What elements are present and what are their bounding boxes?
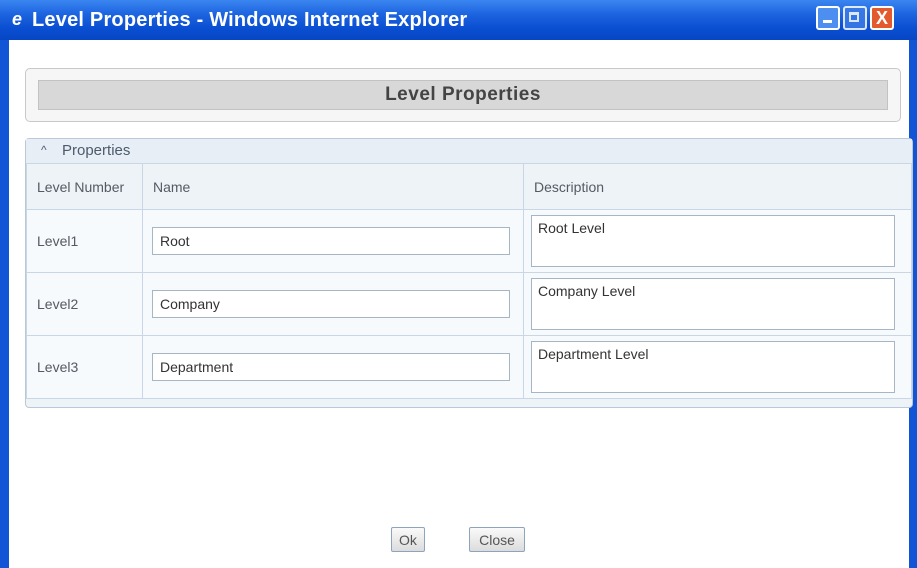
- table-row: Level2 Company Level: [26, 272, 912, 336]
- collapse-up-icon[interactable]: ^: [41, 143, 47, 157]
- maximize-icon: [849, 12, 859, 22]
- close-icon: X: [875, 8, 888, 28]
- name-cell: [142, 272, 524, 336]
- description-cell: Department Level: [523, 335, 912, 399]
- description-textarea[interactable]: Company Level: [531, 278, 895, 330]
- dialog-content: Level Properties ^ Properties Level Numb…: [9, 40, 913, 568]
- column-header-name: Name: [142, 163, 524, 210]
- column-header-description: Description: [523, 163, 912, 210]
- description-textarea[interactable]: Department Level: [531, 341, 895, 393]
- minimize-button[interactable]: [816, 6, 840, 30]
- close-window-button[interactable]: X: [870, 6, 894, 30]
- title-bar: e Level Properties - Windows Internet Ex…: [0, 0, 917, 40]
- ok-button[interactable]: Ok: [391, 527, 425, 552]
- dialog-title-bar: Level Properties: [38, 80, 888, 110]
- properties-table: Level Number Name Description Level1 Roo…: [26, 163, 912, 399]
- name-input[interactable]: [152, 290, 510, 318]
- minimize-icon: [823, 20, 832, 23]
- window-title: Level Properties - Windows Internet Expl…: [32, 9, 468, 31]
- table-header-row: Level Number Name Description: [26, 163, 912, 210]
- name-cell: [142, 335, 524, 399]
- properties-panel-header[interactable]: ^ Properties: [26, 139, 912, 164]
- description-cell: Root Level: [523, 209, 912, 273]
- table-row: Level1 Root Level: [26, 209, 912, 273]
- table-row: Level3 Department Level: [26, 335, 912, 399]
- name-input[interactable]: [152, 353, 510, 381]
- dialog-title: Level Properties: [385, 84, 541, 105]
- ie-logo-icon: e: [12, 9, 23, 29]
- level-number-cell: Level3: [26, 335, 143, 399]
- description-textarea[interactable]: Root Level: [531, 215, 895, 267]
- name-cell: [142, 209, 524, 273]
- window-frame-left: [0, 40, 9, 568]
- column-header-level-number: Level Number: [26, 163, 143, 210]
- close-button[interactable]: Close: [469, 527, 525, 552]
- maximize-button[interactable]: [843, 6, 867, 30]
- description-cell: Company Level: [523, 272, 912, 336]
- name-input[interactable]: [152, 227, 510, 255]
- properties-panel: ^ Properties Level Number Name Descripti…: [25, 138, 913, 408]
- ie-window: e Level Properties - Windows Internet Ex…: [0, 0, 917, 568]
- level-number-cell: Level2: [26, 272, 143, 336]
- level-number-cell: Level1: [26, 209, 143, 273]
- section-title: Properties: [62, 142, 131, 159]
- dialog-header: Level Properties: [25, 68, 901, 122]
